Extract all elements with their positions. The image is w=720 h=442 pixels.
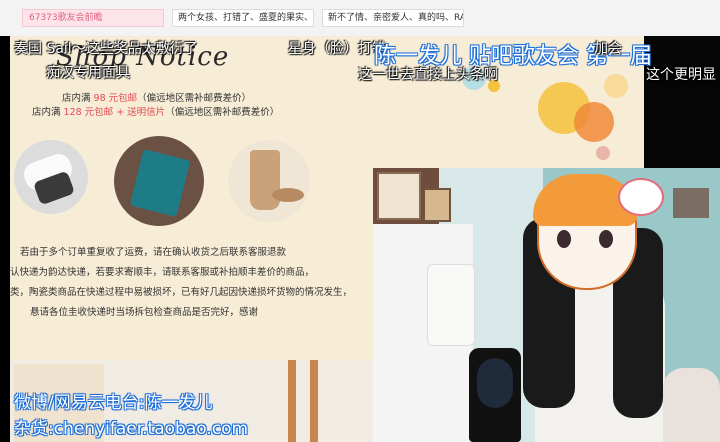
notice-line-2: 认快递为韵达快递，若要求寄顺丰，请联系客服或补拍顺丰差价的商品， <box>10 267 315 278</box>
price-line-2: 店内满 128 元包邮 + 送明信片（偏远地区需补邮费差价） <box>32 107 280 118</box>
price-line-1: 店内满 98 元包邮（偏远地区需补邮费差价） <box>62 93 252 104</box>
song-tag-1[interactable]: 两个女孩、打错了、盛夏的果实、终生… <box>172 9 314 27</box>
notice-line-1: 若由于多个订单重复收了运费，请在确认收货之后联系客服退款 <box>20 247 287 258</box>
danmaku-7: 这个更明显 <box>646 67 716 83</box>
danmaku-3: 星身（脸）打错 <box>288 41 386 57</box>
song-tag-2[interactable]: 新不了情、亲密爱人、真的吗、RAIN <box>322 9 464 27</box>
decor-dot <box>596 146 610 160</box>
notice-line-3: 类，陶瓷类商品在快递过程中易被损坏，已有好几起因快递损坏货物的情况发生， <box>10 287 353 298</box>
danmaku-6: 这一世去直接上头条啊 <box>358 67 498 83</box>
product-image-2 <box>114 136 204 226</box>
decor-dot <box>604 74 628 98</box>
stream-info-weibo: 微博/网易云电台:陈一发儿 <box>14 393 213 413</box>
stream-info-shop: 杂货:chenyifaer.taobao.com <box>14 419 249 439</box>
danmaku-5: 加会 <box>594 41 622 57</box>
top-bar: 67373歌友会前瞻 两个女孩、打错了、盛夏的果实、终生… 新不了情、亲密爱人、… <box>0 0 720 36</box>
product-image-1 <box>14 140 88 214</box>
decor-dot <box>574 102 614 142</box>
camera-feed <box>373 168 720 442</box>
video-player[interactable]: Shop Notice 店内满 98 元包邮（偏远地区需补邮费差价） 店内满 1… <box>0 36 720 442</box>
search-input[interactable]: 67373歌友会前瞻 <box>22 9 164 27</box>
danmaku-1: 奏国 Sail～这些奖品太敷衍了 <box>14 41 198 57</box>
danmaku-2: 痴汉专用面具 <box>46 65 130 81</box>
notice-line-4: 悬请各位圭收快递时当场拆包检查商品是否完好，感谢 <box>30 307 259 318</box>
product-image-3 <box>228 140 310 222</box>
